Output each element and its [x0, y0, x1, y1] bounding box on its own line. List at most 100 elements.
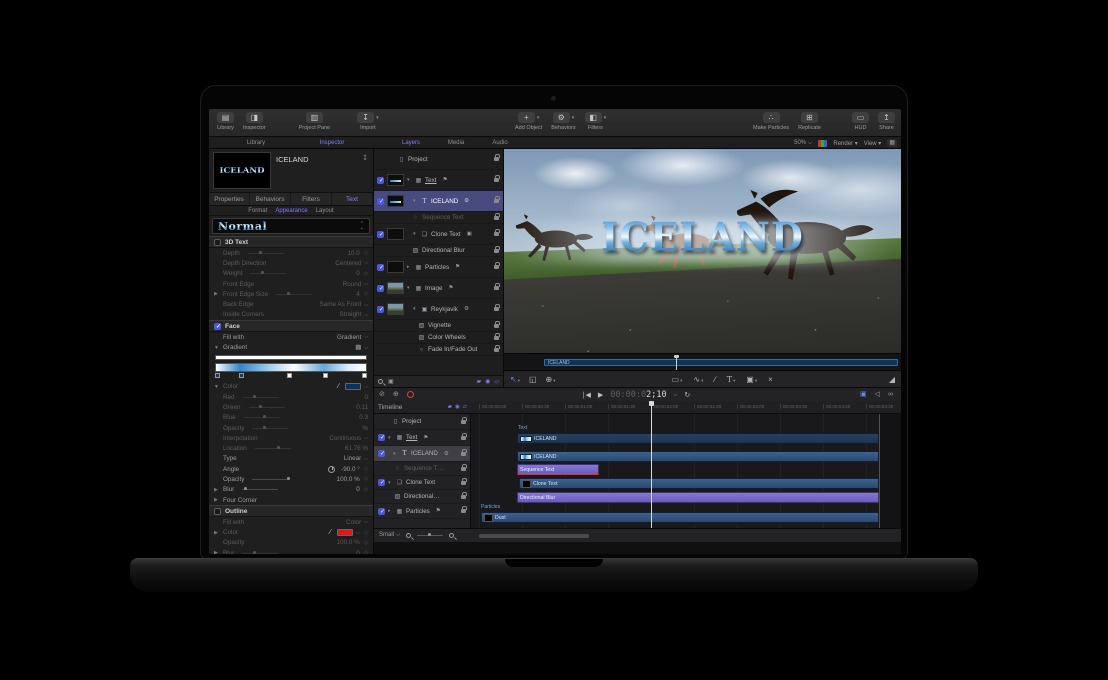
track-particles[interactable]: ▸ ▦ Particles ⚑ [374, 504, 470, 519]
disclosure-down-icon[interactable]: ▾ [413, 306, 418, 312]
zoom-out-icon[interactable] [406, 533, 411, 538]
lock-icon[interactable] [494, 286, 499, 290]
eyedropper-icon[interactable]: ∕ [330, 529, 331, 536]
gear-icon[interactable]: ⚙ [444, 451, 449, 457]
track-project[interactable]: ▯ Project [374, 414, 470, 430]
gradient-color-bar[interactable] [215, 363, 367, 372]
search-icon[interactable] [378, 379, 383, 384]
playback-range-icon[interactable]: ▣ [860, 390, 867, 398]
behaviors-button[interactable]: ⚙▾ Behaviors [551, 112, 575, 131]
visibility-checkbox[interactable] [378, 450, 385, 457]
lock-icon[interactable] [461, 495, 466, 499]
gradient-opacity-bar[interactable] [215, 355, 367, 360]
disclosure-down-icon[interactable]: ▾ [413, 198, 418, 204]
disclosure-icon[interactable]: ▶ [214, 550, 218, 554]
lock-icon[interactable] [494, 348, 499, 352]
keyframe-icon[interactable]: ◇ [364, 550, 368, 554]
3d-text-checkbox[interactable] [214, 239, 221, 246]
track-sequence-text[interactable]: ◌ Sequence T… [374, 462, 470, 476]
tab-media[interactable]: Media [435, 137, 477, 149]
visibility-checkbox[interactable] [377, 177, 384, 184]
bar-text-group[interactable]: ICELAND [517, 433, 879, 444]
visibility-checkbox[interactable] [377, 264, 384, 271]
layer-row-text-group[interactable]: ▾ ▦ Text ⚑ [374, 170, 503, 191]
line-tool[interactable]: ∕ [714, 375, 715, 384]
disclosure-icon[interactable]: ▶ [214, 487, 218, 493]
tab-library[interactable]: Library [223, 137, 289, 149]
gradient-editor[interactable] [215, 355, 367, 379]
outline-blur-slider[interactable] [242, 553, 278, 554]
lock-icon[interactable] [461, 420, 466, 424]
timeline-tracks[interactable]: 00:00:00:00 00:00:00:30 00:00:01:00 00:0… [471, 401, 901, 528]
subtab-appearance[interactable]: Appearance [275, 208, 307, 214]
keyframe-icon[interactable]: ◇ [364, 476, 368, 482]
timeline-scrollbar[interactable] [479, 534, 589, 538]
keyframe-icon[interactable]: ◇ [364, 250, 368, 256]
tab-layers[interactable]: Layers [389, 137, 433, 149]
outline-checkbox[interactable] [214, 508, 221, 515]
lock-icon[interactable] [494, 178, 499, 182]
import-button[interactable]: ↧▾ Import [357, 112, 379, 131]
layer-row-project[interactable]: ▯ Project [374, 149, 503, 170]
layer-row-directional-blur[interactable]: ▨ Directional Blur [374, 245, 503, 257]
pin-icon[interactable]: ↧ [362, 154, 368, 162]
bar-iceland[interactable]: ICELAND [517, 451, 879, 462]
popup-icon[interactable]: ⌵ [364, 312, 368, 318]
gear-icon[interactable]: ⚙ [464, 306, 469, 312]
disclosure-down-icon[interactable]: ▾ [388, 480, 393, 486]
tab-audio[interactable]: Audio [479, 137, 521, 149]
disclosure-icon[interactable]: ▼ [214, 384, 219, 390]
project-end-marker[interactable] [879, 414, 880, 528]
trim-tool[interactable]: × [768, 375, 773, 384]
color-swatch[interactable] [345, 383, 361, 390]
track-iceland[interactable]: ▾ T ICELAND ⚙ [374, 446, 470, 462]
gradient-stop[interactable] [362, 373, 367, 378]
zoom-in-icon[interactable] [449, 533, 454, 538]
layer-row-reykjavik[interactable]: ▾ ▣ Reykjavik ⚙ [374, 299, 503, 320]
gear-icon[interactable]: ⚙ [464, 198, 469, 204]
disclosure-icon[interactable]: ▶ [214, 497, 218, 503]
share-button[interactable]: ↥ Share [878, 112, 895, 131]
render-menu[interactable]: Render ▾ [833, 140, 857, 147]
popup-icon[interactable]: ⌵ [364, 519, 368, 525]
lock-icon[interactable] [494, 216, 499, 220]
track-text-group[interactable]: ▾ ▦ Text ⚑ [374, 430, 470, 446]
filter-behaviors-icon[interactable]: ◉ [455, 404, 460, 410]
gradient-stop[interactable] [215, 373, 220, 378]
disclosure-right-icon[interactable]: ▸ [407, 264, 412, 270]
keyframe-icon[interactable]: ◇ [364, 466, 368, 472]
front-edge-size-slider[interactable] [276, 294, 312, 295]
link-badge-icon[interactable]: ▣ [467, 231, 472, 237]
popup-icon[interactable]: ⌵ [364, 456, 368, 462]
disclosure-icon[interactable]: ▶ [214, 291, 218, 297]
track-size-select[interactable]: Small ⌵ [379, 532, 400, 539]
disclosure-icon[interactable]: ▼ [214, 345, 219, 351]
canvas-title-text[interactable]: ICELAND [504, 214, 901, 260]
depth-slider[interactable] [248, 253, 284, 254]
disclosure-down-icon[interactable]: ▾ [393, 451, 398, 457]
record-button[interactable] [407, 391, 414, 398]
visibility-checkbox[interactable] [378, 434, 385, 441]
face-blur-slider[interactable] [242, 489, 278, 490]
make-particles-button[interactable]: ∴ Make Particles [753, 112, 789, 131]
timeline-ruler[interactable]: 00:00:00:00 00:00:00:30 00:00:01:00 00:0… [471, 401, 901, 414]
keyframe-icon[interactable]: ◇ [364, 271, 368, 277]
visibility-checkbox[interactable] [377, 198, 384, 205]
transform-tool[interactable]: ◱ [529, 375, 537, 384]
disclosure-down-icon[interactable]: ▾ [388, 435, 393, 441]
mini-timeline[interactable]: ICELAND [504, 353, 901, 370]
tab-text[interactable]: Text [332, 193, 373, 205]
replicate-button[interactable]: ⊞ Replicate [798, 112, 821, 131]
keyframe-icon[interactable]: ◇ [364, 487, 368, 493]
project-pane-button[interactable]: ▥ Project Pane [299, 112, 331, 131]
blue-slider[interactable] [244, 417, 280, 418]
speaker-icon[interactable]: ◁ [875, 390, 880, 398]
subtab-format[interactable]: Format [248, 208, 267, 214]
flag-icon[interactable]: ⚑ [449, 285, 454, 291]
layer-row-particles-group[interactable]: ▸ ▦ Particles ⚑ [374, 257, 503, 278]
lock-icon[interactable] [461, 467, 466, 471]
new-frame-icon[interactable]: ▣ [388, 378, 394, 385]
image-mask-tool[interactable]: ▣▾ [746, 375, 757, 384]
outline-color-swatch[interactable] [337, 529, 353, 536]
lock-icon[interactable] [461, 436, 466, 440]
